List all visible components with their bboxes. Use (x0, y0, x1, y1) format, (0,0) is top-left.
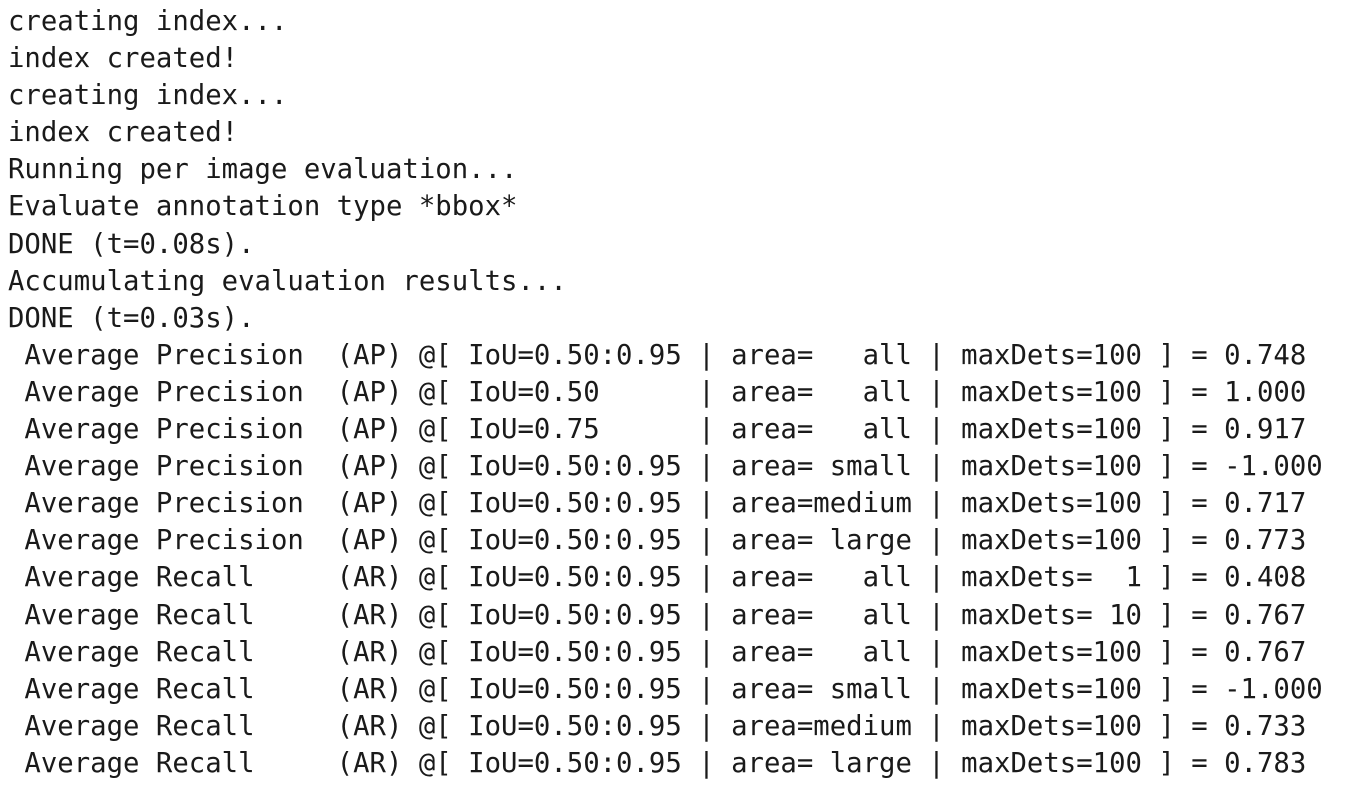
output-line: index created! (8, 43, 239, 75)
output-line: creating index... (8, 80, 288, 112)
metric-line: Average Recall (AR) @[ IoU=0.50:0.95 | a… (8, 747, 1307, 779)
metric-line: Average Precision (AP) @[ IoU=0.50:0.95 … (8, 488, 1307, 520)
metric-line: Average Recall (AR) @[ IoU=0.50:0.95 | a… (8, 599, 1307, 631)
output-line: index created! (8, 117, 239, 149)
metric-line: Average Recall (AR) @[ IoU=0.50:0.95 | a… (8, 673, 1323, 705)
output-line: DONE (t=0.08s). (8, 228, 255, 260)
metric-line: Average Recall (AR) @[ IoU=0.50:0.95 | a… (8, 562, 1307, 594)
metric-line: Average Precision (AP) @[ IoU=0.50:0.95 … (8, 525, 1307, 557)
metric-line: Average Precision (AP) @[ IoU=0.50:0.95 … (8, 451, 1323, 483)
metric-line: Average Precision (AP) @[ IoU=0.75 | are… (8, 414, 1307, 446)
output-line: Accumulating evaluation results... (8, 265, 567, 297)
output-line: Running per image evaluation... (8, 154, 518, 186)
metric-line: Average Recall (AR) @[ IoU=0.50:0.95 | a… (8, 710, 1307, 742)
metric-line: Average Recall (AR) @[ IoU=0.50:0.95 | a… (8, 636, 1307, 668)
console-output: creating index... index created! creatin… (8, 3, 1358, 782)
output-line: DONE (t=0.03s). (8, 302, 255, 334)
metric-line: Average Precision (AP) @[ IoU=0.50:0.95 … (8, 339, 1307, 371)
metric-line: Average Precision (AP) @[ IoU=0.50 | are… (8, 376, 1307, 408)
output-line: Evaluate annotation type *bbox* (8, 191, 518, 223)
output-line: creating index... (8, 6, 288, 37)
